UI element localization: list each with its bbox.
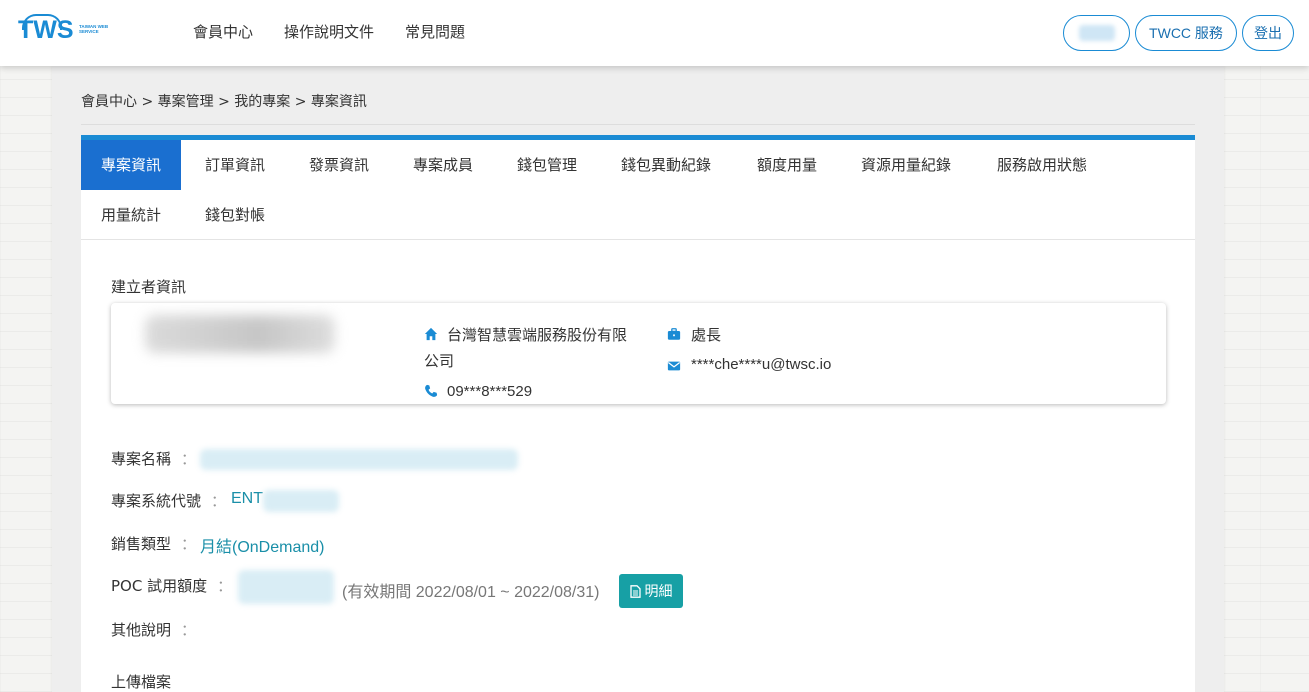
redacted-username [1078, 25, 1115, 41]
tab-service-status[interactable]: 服務啟用狀態 [977, 140, 1107, 190]
tab-wallet-reconcile[interactable]: 錢包對帳 [185, 190, 285, 240]
creator-phone: 09***8***529 [447, 383, 533, 400]
twcc-service-button[interactable]: TWCC 服務 [1135, 15, 1237, 51]
creator-section-title: 建立者資訊 [111, 278, 187, 296]
logo-text: TWS [18, 16, 74, 44]
sales-type-label: 銷售類型： [111, 535, 197, 553]
breadcrumb: 會員中心 > 專案管理 > 我的專案 > 專案資訊 [81, 94, 367, 110]
breadcrumb-divider [81, 124, 1195, 125]
tab-usage-stats[interactable]: 用量統計 [81, 190, 181, 240]
document-icon [629, 584, 641, 598]
phone-icon [425, 384, 438, 397]
tab-order-info[interactable]: 訂單資訊 [185, 140, 285, 190]
project-name-label: 專案名稱： [111, 450, 197, 468]
home-icon [424, 327, 438, 341]
detail-button-label: 明細 [644, 584, 673, 600]
company-name-line2: 公司 [424, 352, 455, 370]
tab-wallet-history[interactable]: 錢包異動紀錄 [601, 140, 731, 190]
tab-resource-usage[interactable]: 資源用量紀錄 [841, 140, 971, 190]
upload-files-title: 上傳檔案 [111, 673, 172, 691]
creator-email: ****che****u@twsc.io [691, 356, 832, 373]
top-header: TWS TAIWAN WEB SERVICE 會員中心 操作說明文件 常見問題 … [0, 0, 1309, 66]
creator-title: 處長 [691, 326, 722, 344]
redacted-project-name [200, 449, 518, 470]
tab-quota-usage[interactable]: 額度用量 [737, 140, 837, 190]
logout-button[interactable]: 登出 [1242, 15, 1294, 51]
project-code-value: ENT [231, 490, 263, 507]
nav-member-center[interactable]: 會員中心 [193, 21, 253, 43]
tab-project-info[interactable]: 專案資訊 [81, 140, 182, 190]
tab-project-members[interactable]: 專案成員 [393, 140, 493, 190]
redacted-poc-quota [238, 570, 334, 604]
creator-info-box: 台灣智慧雲端服務股份有限 公司 09***8***529 處長 ****che*… [111, 303, 1166, 404]
briefcase-icon [667, 328, 681, 340]
tab-bar: 專案資訊 訂單資訊 發票資訊 專案成員 錢包管理 錢包異動紀錄 額度用量 資源用… [81, 140, 1195, 240]
user-account-button[interactable] [1063, 15, 1130, 51]
redacted-creator-name [145, 315, 335, 353]
company-name-line1: 台灣智慧雲端服務股份有限 [447, 326, 628, 344]
header-buttons: TWCC 服務 登出 [1063, 15, 1294, 51]
logo-subtitle: TAIWAN WEB SERVICE [79, 24, 109, 34]
detail-button[interactable]: 明細 [619, 574, 683, 608]
other-notes-label: 其他說明： [111, 621, 197, 639]
poc-quota-label: POC 試用額度： [111, 577, 233, 595]
tws-logo[interactable]: TWS TAIWAN WEB SERVICE [18, 12, 108, 48]
nav-docs[interactable]: 操作說明文件 [284, 21, 374, 43]
poc-valid-period: (有效期間 2022/08/01 ~ 2022/08/31) [342, 584, 600, 601]
sales-type-value: 月結(OnDemand) [200, 539, 325, 556]
project-code-label: 專案系統代號： [111, 492, 227, 510]
tab-invoice-info[interactable]: 發票資訊 [289, 140, 389, 190]
redacted-project-code [263, 490, 339, 512]
project-card: 專案資訊 訂單資訊 發票資訊 專案成員 錢包管理 錢包異動紀錄 額度用量 資源用… [81, 135, 1195, 692]
envelope-icon [667, 361, 681, 371]
nav-faq[interactable]: 常見問題 [405, 21, 465, 43]
main-nav: 會員中心 操作說明文件 常見問題 [193, 21, 465, 43]
tab-wallet-management[interactable]: 錢包管理 [497, 140, 597, 190]
